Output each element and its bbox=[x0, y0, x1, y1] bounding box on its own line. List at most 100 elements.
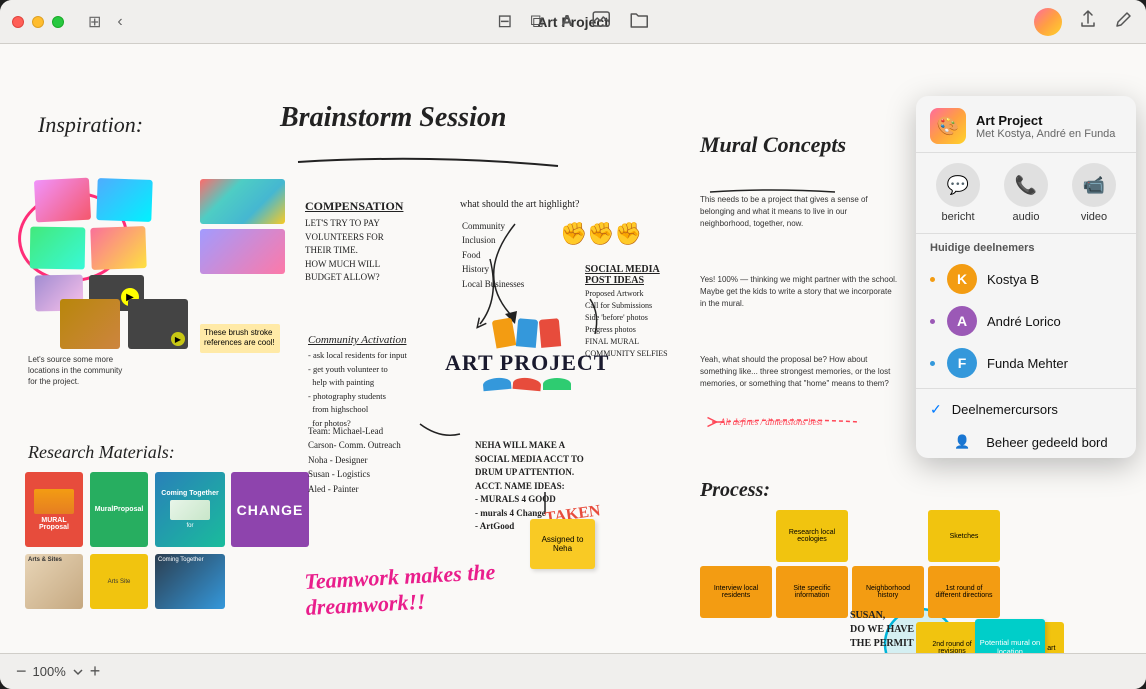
user-avatar-button[interactable] bbox=[1034, 8, 1062, 36]
zoom-control: − 100% + bbox=[16, 661, 100, 682]
sidebar-toggle-button[interactable]: ⊞ bbox=[84, 10, 105, 34]
book-1: MURAL Proposal bbox=[25, 472, 83, 547]
titlebar: ⊞ ‹ Art Project ⊟ ⧉ A bbox=[0, 0, 1146, 44]
collaboration-popover: 🎨 Art Project Met Kostya, André en Funda… bbox=[916, 96, 1136, 458]
fullscreen-button[interactable] bbox=[52, 16, 64, 28]
cursors-checkmark: ✓ bbox=[930, 401, 942, 418]
zoom-dropdown-icon[interactable] bbox=[72, 666, 84, 678]
mural-desc-2: Yes! 100% — thinking we might partner wi… bbox=[700, 274, 900, 310]
mural-location-sticky: Potential mural on location bbox=[975, 619, 1045, 653]
funda-name: Funda Mehter bbox=[987, 356, 1068, 371]
statusbar: − 100% + bbox=[0, 653, 1146, 689]
alt-defines-note: Alt defines / dimensions best bbox=[720, 417, 823, 427]
close-button[interactable] bbox=[12, 16, 24, 28]
text-tool-icon[interactable]: A bbox=[561, 13, 573, 31]
art-photo-1 bbox=[200, 179, 285, 224]
folder-icon[interactable] bbox=[629, 9, 649, 34]
participant-kostya[interactable]: K Kostya B bbox=[916, 258, 1136, 300]
andre-avatar: A bbox=[947, 306, 977, 336]
community-detail: - ask local residents for input - get yo… bbox=[308, 349, 407, 431]
funda-avatar: F bbox=[947, 348, 977, 378]
main-window: ⊞ ‹ Art Project ⊟ ⧉ A bbox=[0, 0, 1146, 689]
audio-action[interactable]: 📞 audio bbox=[1004, 163, 1048, 223]
process-card-interview: Interview local residents bbox=[700, 566, 772, 618]
message-action-label: bericht bbox=[941, 211, 974, 223]
traffic-lights bbox=[12, 16, 64, 28]
kostya-name: Kostya B bbox=[987, 272, 1039, 287]
mural-concepts-section: Mural Concepts bbox=[700, 132, 846, 158]
process-card-site: Site specific information bbox=[776, 566, 848, 618]
mural-desc-1: This needs to be a project that gives a … bbox=[700, 194, 900, 230]
funda-indicator bbox=[930, 361, 935, 366]
popover-subtitle: Met Kostya, André en Funda bbox=[976, 128, 1115, 140]
process-card-sketches: Sketches bbox=[928, 510, 1000, 562]
process-card-1st-round: 1st round of different directions bbox=[928, 566, 1000, 618]
back-button[interactable]: ‹ bbox=[113, 11, 126, 33]
edit-icon[interactable] bbox=[1114, 9, 1134, 34]
what-highlight-text: what should the art highlight? bbox=[460, 199, 579, 210]
inspiration-label: Inspiration: bbox=[38, 112, 143, 138]
process-section: Process: Research local ecologies Sketch… bbox=[700, 479, 1146, 653]
andre-name: André Lorico bbox=[987, 314, 1061, 329]
community-section: Community Activation - ask local residen… bbox=[308, 334, 407, 431]
message-action[interactable]: 💬 bericht bbox=[936, 163, 980, 223]
kostya-avatar: K bbox=[947, 264, 977, 294]
process-label: Process: bbox=[700, 479, 1146, 502]
compensation-section: COMPENSATION LET'S TRY TO PAYVOLUNTEERS … bbox=[305, 199, 403, 285]
kostya-indicator bbox=[930, 277, 935, 282]
share-icon[interactable] bbox=[1078, 9, 1098, 34]
cursors-menu-item[interactable]: ✓ Deelnemercursors bbox=[916, 393, 1136, 426]
book-bottom-1: Arts & Sites bbox=[25, 554, 83, 609]
team-label: Team: Michael-Lead Carson- Comm. Outreac… bbox=[308, 424, 401, 496]
compensation-label: COMPENSATION bbox=[305, 199, 403, 214]
cursors-label: Deelnemercursors bbox=[952, 402, 1058, 417]
manage-board-menu-item[interactable]: 👤 Beheer gedeeld bord bbox=[916, 426, 1136, 458]
zoom-out-button[interactable]: − bbox=[16, 661, 27, 682]
inspiration-bottom-photos: ▶ bbox=[60, 299, 190, 354]
research-items: MURAL Proposal MuralProposal Coming Toge… bbox=[25, 472, 315, 632]
copy-icon[interactable]: ⧉ bbox=[530, 11, 543, 32]
popover-header: 🎨 Art Project Met Kostya, André en Funda bbox=[916, 96, 1136, 153]
inspiration-photos: ▶ bbox=[25, 179, 195, 319]
popover-title: Art Project bbox=[976, 113, 1115, 128]
teamwork-label: Teamwork makes thedreamwork!! bbox=[304, 559, 498, 621]
photo-4 bbox=[90, 226, 146, 270]
participant-funda[interactable]: F Funda Mehter bbox=[916, 342, 1136, 384]
image-tool-icon[interactable] bbox=[591, 9, 611, 34]
message-action-icon: 💬 bbox=[936, 163, 980, 207]
video-action-icon: 📹 bbox=[1072, 163, 1116, 207]
video-action[interactable]: 📹 video bbox=[1072, 163, 1116, 223]
participant-andre[interactable]: A André Lorico bbox=[916, 300, 1136, 342]
zoom-in-button[interactable]: + bbox=[90, 661, 101, 682]
location-note: Let's source some more locations in the … bbox=[28, 354, 128, 388]
team-section: Team: Michael-Lead Carson- Comm. Outreac… bbox=[308, 424, 401, 496]
manage-icon: 👤 bbox=[954, 434, 970, 450]
book-bottom-2: Arts Site bbox=[90, 554, 148, 609]
participants-section-title: Huidige deelnemers bbox=[916, 234, 1136, 258]
process-grid: Research local ecologies Sketches Interv… bbox=[700, 510, 1146, 618]
grid-view-icon[interactable]: ⊟ bbox=[497, 11, 512, 32]
andre-indicator bbox=[930, 319, 935, 324]
audio-action-icon: 📞 bbox=[1004, 163, 1048, 207]
book-3: Coming Together for bbox=[155, 472, 225, 547]
toolbar-left: ⊞ ‹ bbox=[84, 10, 127, 34]
arrow-svg bbox=[455, 214, 575, 334]
popover-divider bbox=[916, 388, 1136, 389]
toolbar-right bbox=[1034, 8, 1134, 36]
texture-photo bbox=[60, 299, 120, 349]
community-label: Community Activation bbox=[308, 334, 407, 346]
change-book: CHANGE bbox=[231, 472, 309, 547]
book-bottom-3: Coming Together bbox=[155, 554, 225, 609]
popover-actions: 💬 bericht 📞 audio 📹 video bbox=[916, 153, 1136, 234]
mural-label: Mural Concepts bbox=[700, 132, 846, 158]
video-action-label: video bbox=[1081, 211, 1107, 223]
mural-desc-3: Yeah, what should the proposal be? How a… bbox=[700, 354, 900, 390]
susan-note: SUSAN,DO WE HAVETHE PERMITPAPERWORK? bbox=[850, 609, 920, 653]
canvas-area[interactable]: Inspiration: ▶ ▶ bbox=[0, 44, 1146, 653]
minimize-button[interactable] bbox=[32, 16, 44, 28]
research-label: Research Materials: bbox=[28, 442, 175, 463]
art-project-label: ART PROJECT bbox=[445, 351, 609, 375]
book-2: MuralProposal bbox=[90, 472, 148, 547]
inspiration-art bbox=[200, 179, 290, 279]
brush-note-sticky: These brush stroke references are cool! bbox=[200, 324, 280, 353]
